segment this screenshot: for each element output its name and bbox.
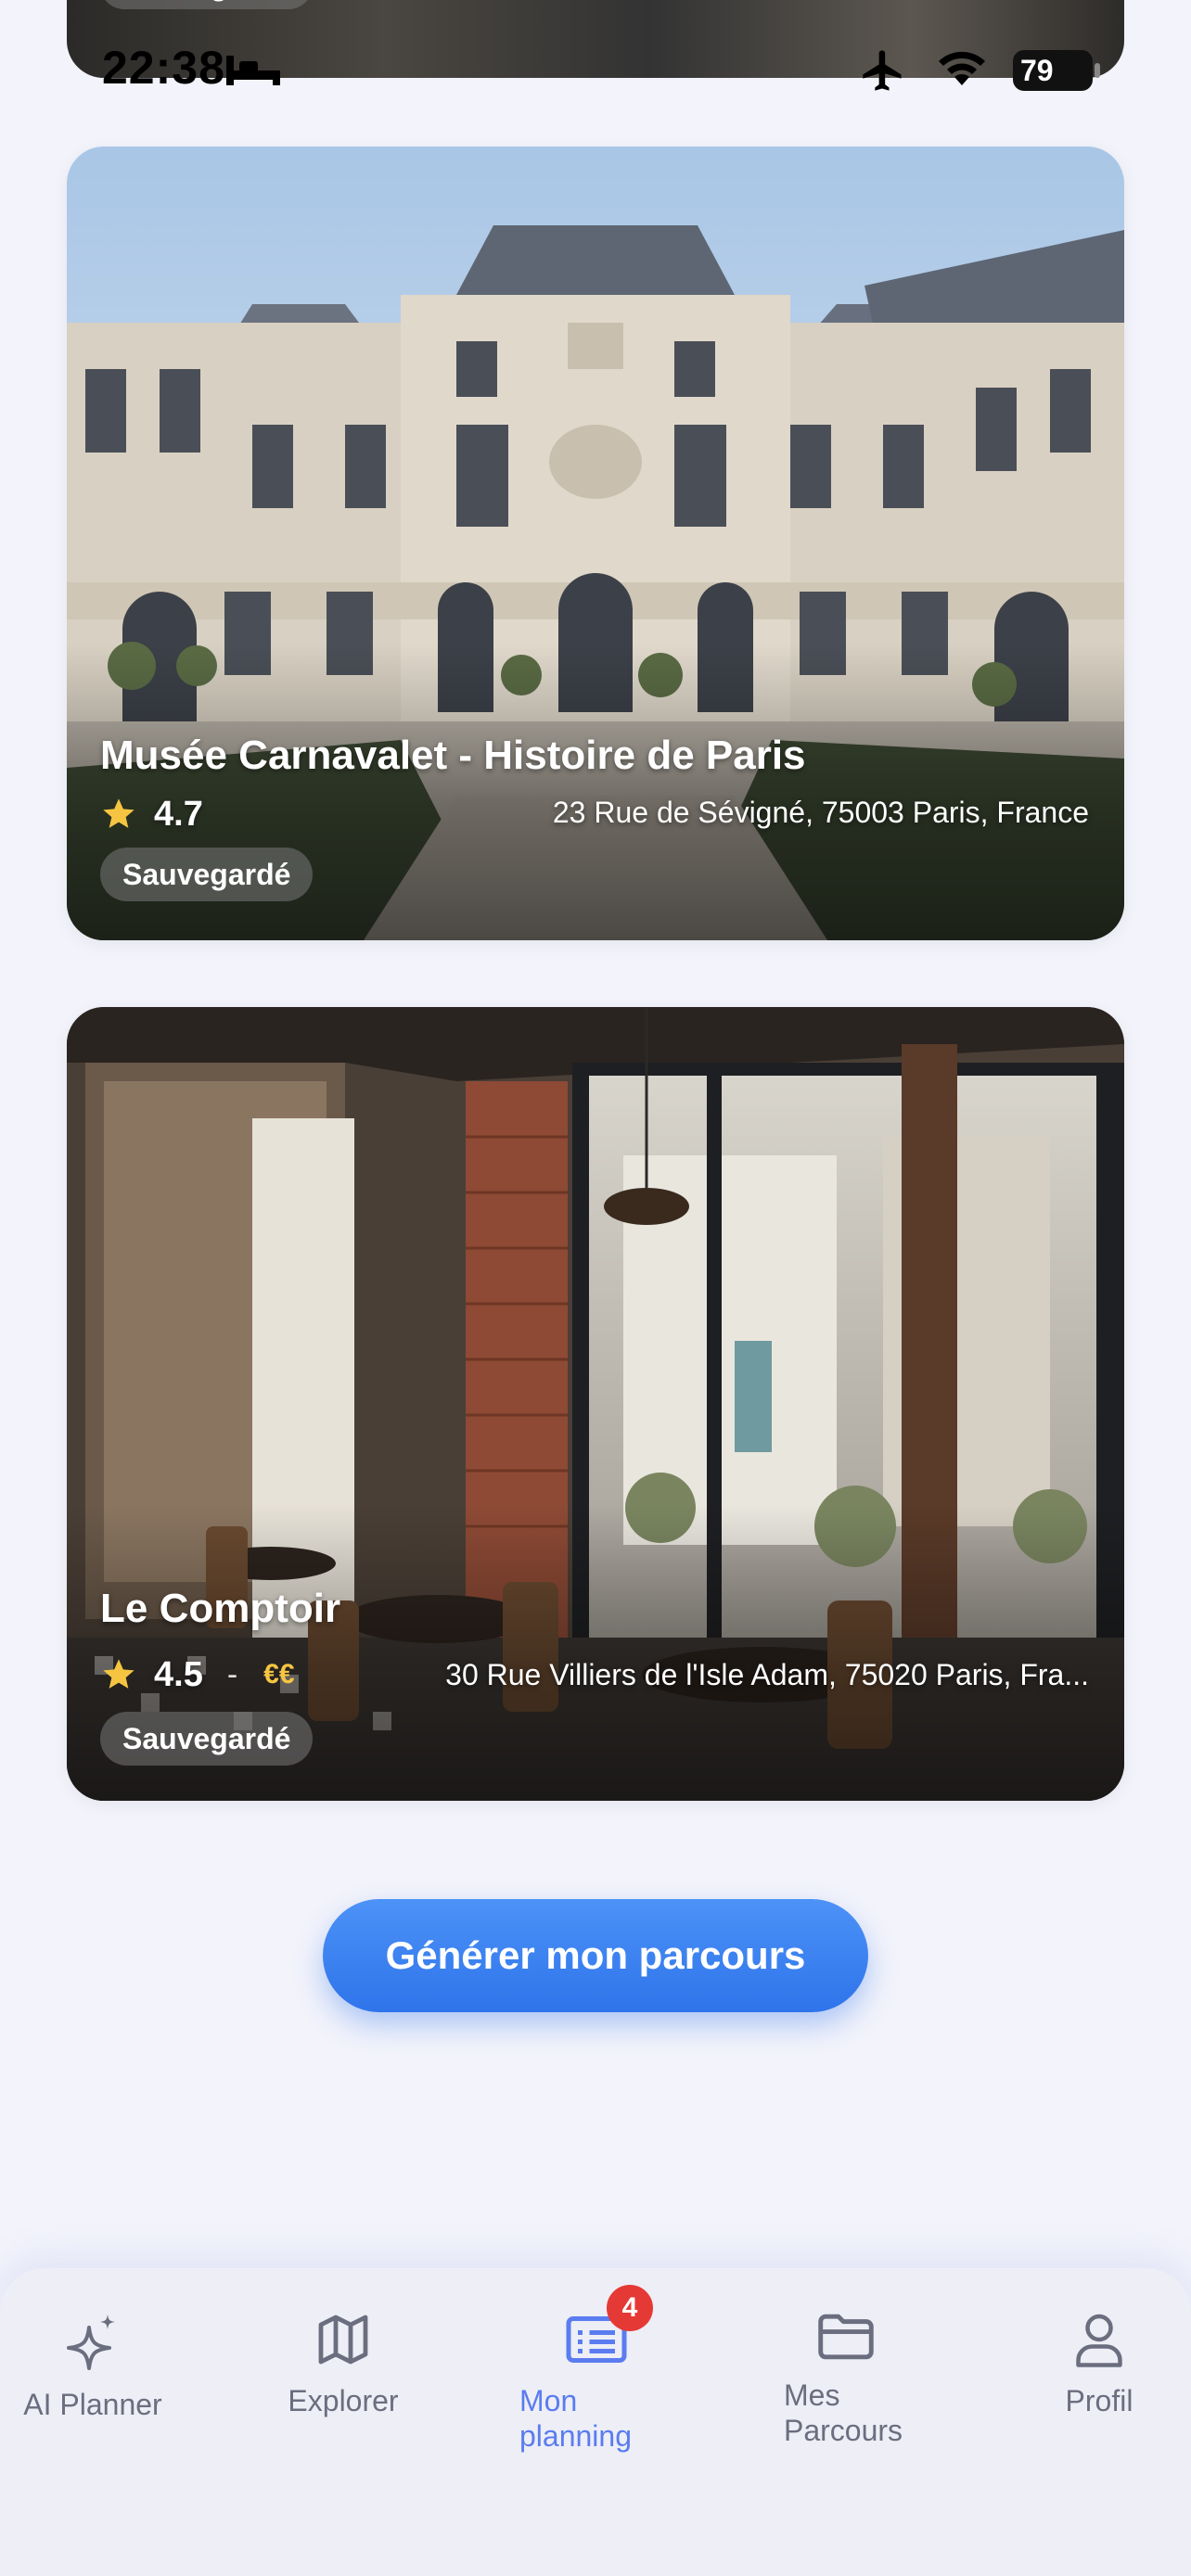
place-address: 23 Rue de Sévigné, 75003 Paris, France — [552, 796, 1089, 829]
place-name: Le Comptoir — [100, 1586, 341, 1631]
tab-label: Explorer — [288, 2384, 399, 2417]
place-card-musee-carnavalet[interactable]: Musée Carnavalet - Histoire de Paris 4.7… — [67, 147, 1124, 940]
folder-icon — [818, 2314, 874, 2360]
tab-label: Mon planning — [519, 2384, 632, 2453]
tab-profil[interactable]: Profil — [1030, 2309, 1169, 2418]
generate-route-button[interactable]: Générer mon parcours — [323, 1899, 868, 2012]
saved-badge: Sauvegardé — [100, 848, 314, 901]
person-icon — [1076, 2314, 1122, 2367]
price-level: €€ — [263, 1659, 295, 1690]
place-name: Musée Carnavalet - Histoire de Paris — [100, 733, 806, 778]
tab-mon-planning[interactable]: Mon planning — [519, 2309, 677, 2454]
saved-badge: Sauvegardé — [100, 1712, 314, 1766]
map-icon — [318, 2315, 368, 2365]
place-address: 30 Rue Villiers de l'Isle Adam, 75020 Pa… — [445, 1658, 1089, 1691]
rating-row: 4.7 — [100, 792, 203, 836]
airplane-icon — [863, 50, 902, 91]
tab-ai-planner[interactable]: AI Planner — [19, 2309, 167, 2422]
rating-value: 4.7 — [154, 794, 203, 834]
tab-label: Mes Parcours — [784, 2378, 903, 2447]
star-icon — [103, 1659, 134, 1689]
rating-value: 4.5 — [154, 1654, 203, 1694]
notification-badge: 4 — [607, 2285, 653, 2331]
saved-badge: Sauvegardé — [100, 0, 314, 9]
rating-row: 4.5 - €€ — [100, 1652, 295, 1697]
separator: - — [226, 1656, 238, 1692]
battery-icon: 79 — [1013, 50, 1093, 91]
tab-mes-parcours[interactable]: Mes Parcours — [784, 2309, 941, 2448]
tab-label: Profil — [1065, 2384, 1133, 2417]
wifi-icon — [939, 51, 985, 85]
star-icon — [103, 798, 134, 828]
bed-icon — [226, 56, 280, 85]
status-time: 22:38 — [102, 42, 225, 94]
tab-label: AI Planner — [23, 2388, 162, 2421]
sparkle-icon — [67, 2315, 115, 2370]
tab-explorer[interactable]: Explorer — [269, 2309, 417, 2418]
place-card-le-comptoir[interactable]: Le Comptoir 4.5 - €€ 30 Rue Villiers de … — [67, 1007, 1124, 1801]
